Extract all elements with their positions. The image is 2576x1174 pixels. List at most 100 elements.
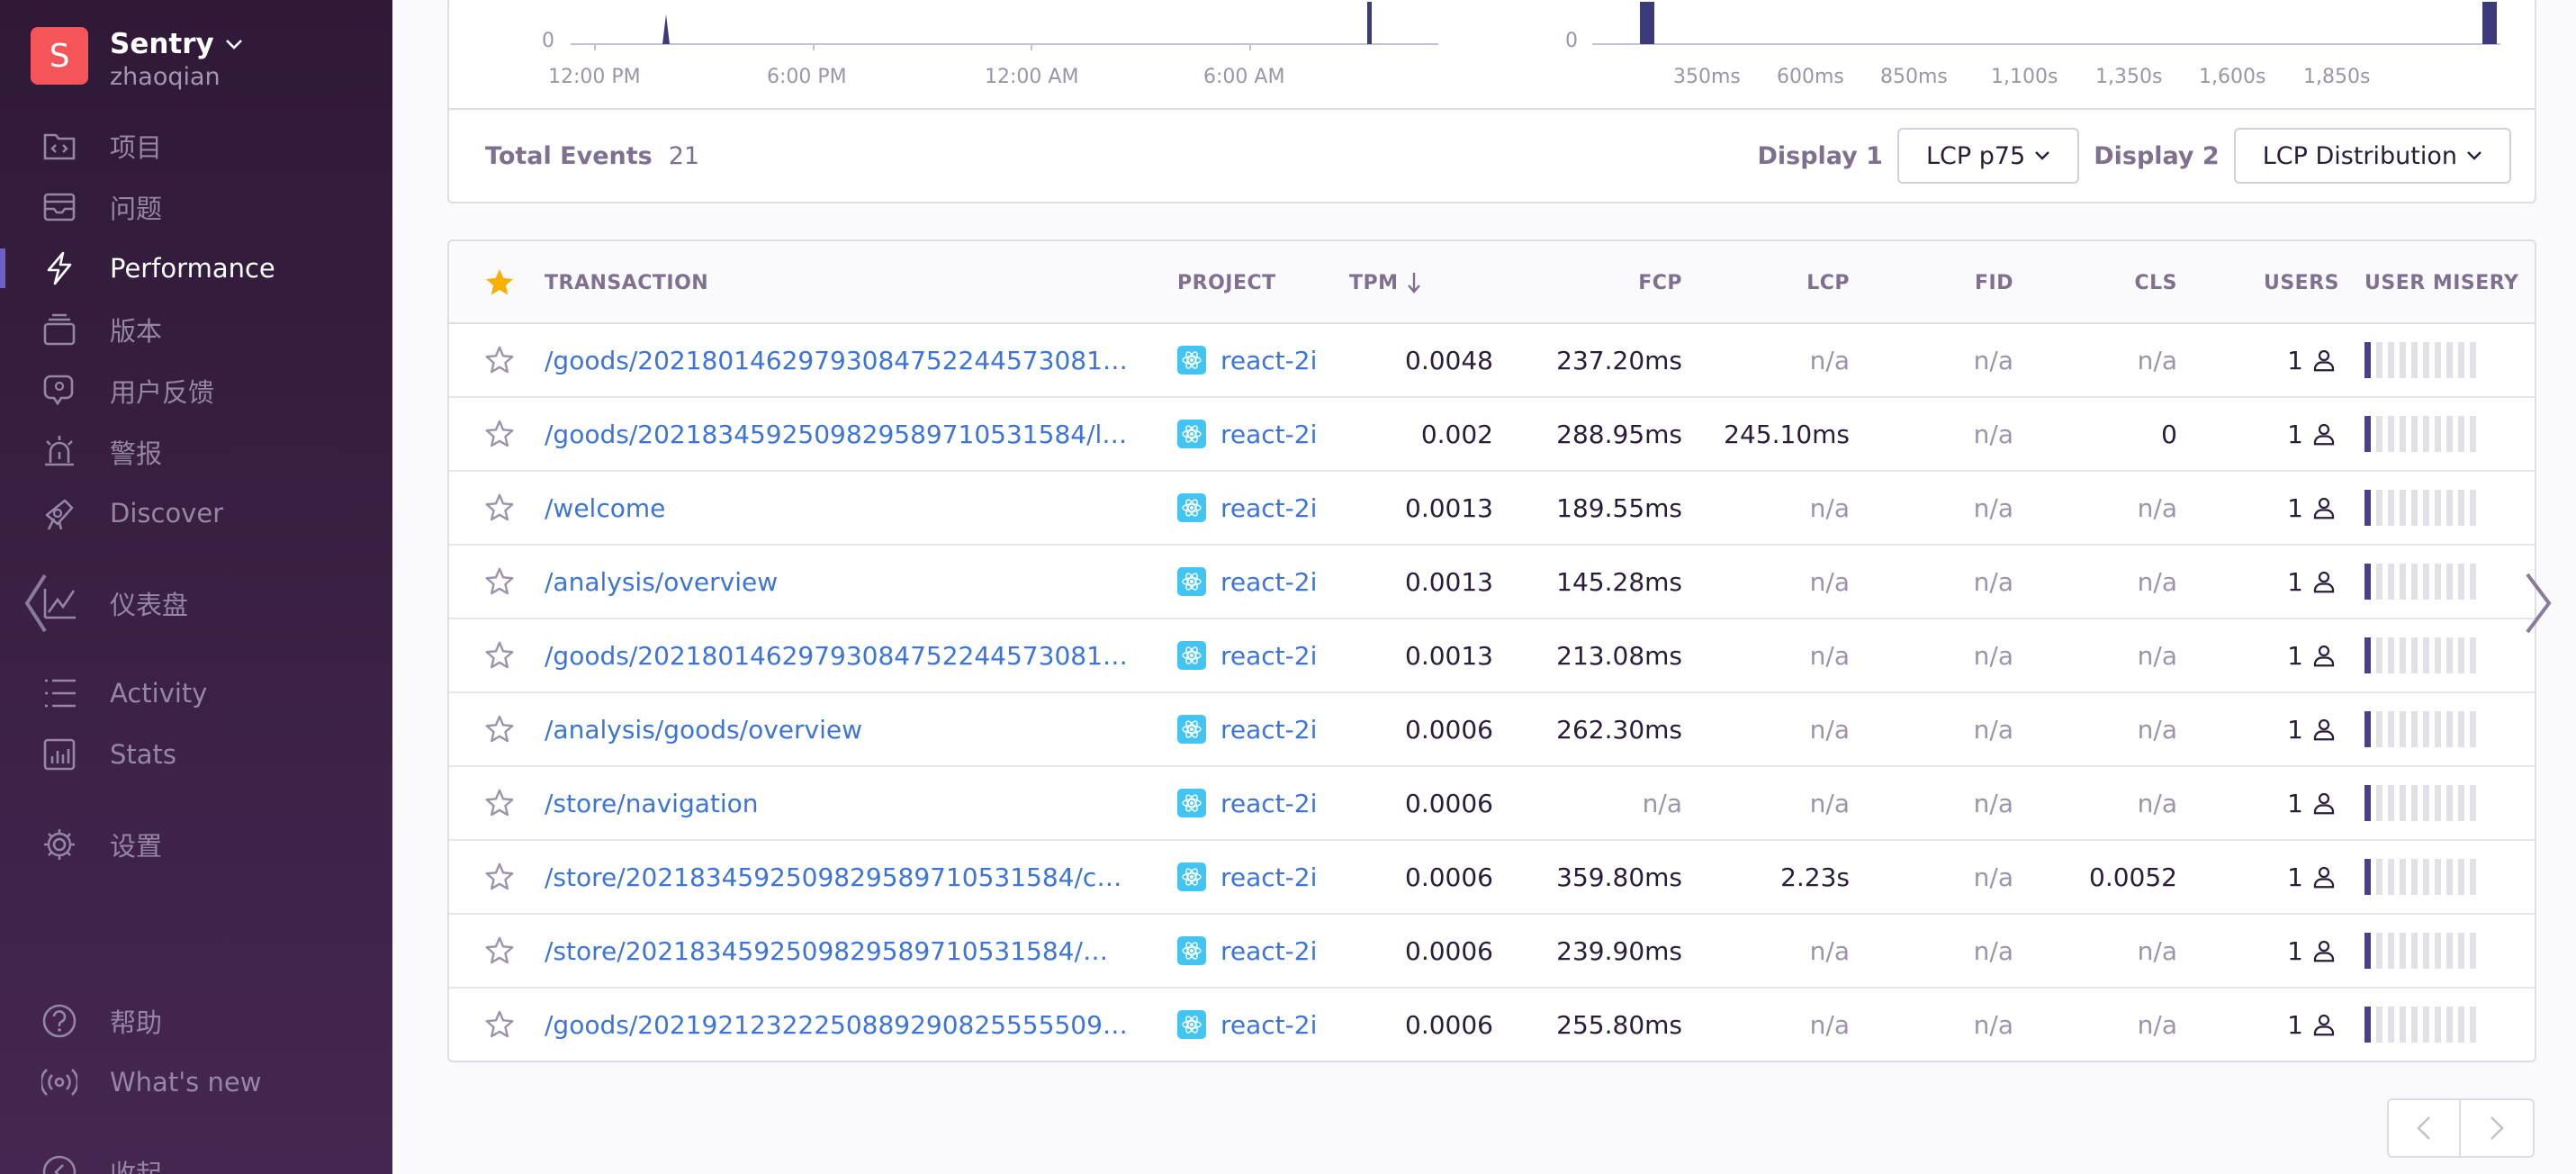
sidebar-item-alerts[interactable]: 警报 xyxy=(0,425,392,479)
col-fid[interactable]: FID xyxy=(1889,241,2013,324)
fid-value: n/a xyxy=(1973,714,2013,745)
cls-value: n/a xyxy=(2137,492,2177,523)
star-toggle[interactable] xyxy=(483,546,516,618)
display2-dropdown[interactable]: LCP Distribution xyxy=(2233,128,2511,184)
sidebar-item-dashboards[interactable]: 仪表盘 xyxy=(0,576,392,630)
fid-value: n/a xyxy=(1973,492,2013,523)
user-misery-bar xyxy=(2364,619,2481,691)
chevron-left-icon[interactable] xyxy=(22,572,49,638)
users-value: 1 xyxy=(2287,345,2303,375)
transaction-link[interactable]: /analysis/goods/overview xyxy=(545,715,862,745)
col-users[interactable]: USERS xyxy=(2213,241,2339,324)
transaction-link[interactable]: /welcome xyxy=(545,493,665,523)
star-icon xyxy=(485,936,514,964)
sidebar-item-collapse[interactable]: 收起 xyxy=(0,1145,392,1174)
star-toggle[interactable] xyxy=(483,324,516,396)
col-project[interactable]: PROJECT xyxy=(1177,241,1276,324)
table-row: /goods/20218014629793084752244573​0816/.… xyxy=(449,619,2535,693)
star-header-icon[interactable] xyxy=(483,241,516,324)
sidebar-item-feedback[interactable]: 用户反馈 xyxy=(0,364,392,418)
col-lcp[interactable]: LCP xyxy=(1727,241,1850,324)
transaction-link[interactable]: /store/20218345925098295897105315​84/com… xyxy=(545,862,1130,892)
arrow-down-icon xyxy=(1407,273,1420,294)
col-cls[interactable]: CLS xyxy=(2051,241,2177,324)
chevron-down-icon xyxy=(225,40,242,50)
project-badge[interactable]: react-2i xyxy=(1177,619,1317,691)
user-icon xyxy=(2310,693,2337,765)
help-icon xyxy=(40,1001,79,1041)
next-page-button[interactable] xyxy=(2461,1098,2535,1158)
transaction-link[interactable]: /store/20218345925098295897105315​84/mar… xyxy=(545,936,1130,966)
sidebar-item-whats-new[interactable]: What's new xyxy=(0,1055,392,1109)
project-badge[interactable]: react-2i xyxy=(1177,767,1317,839)
col-fcp[interactable]: FCP xyxy=(1479,241,1682,324)
transaction-link[interactable]: /goods/20218014629793084752244573​0816/l… xyxy=(545,346,1130,375)
org-switcher[interactable]: S Sentry zhaoqian xyxy=(31,27,243,91)
display1-dropdown[interactable]: LCP p75 xyxy=(1896,128,2080,184)
issues-icon xyxy=(40,187,79,227)
react-icon xyxy=(1177,567,1206,596)
project-badge[interactable]: react-2i xyxy=(1177,546,1317,618)
project-badge[interactable]: react-2i xyxy=(1177,989,1317,1061)
project-name: react-2i xyxy=(1220,788,1318,818)
star-toggle[interactable] xyxy=(483,398,516,470)
sidebar-item-releases[interactable]: 版本 xyxy=(0,303,392,357)
sidebar-item-projects[interactable]: 项目 xyxy=(0,119,392,173)
feedback-icon xyxy=(40,371,79,411)
project-badge[interactable]: react-2i xyxy=(1177,841,1317,913)
lcp-value: n/a xyxy=(1809,788,1850,818)
star-toggle[interactable] xyxy=(483,619,516,691)
col-transaction[interactable]: TRANSACTION xyxy=(545,241,708,324)
sidebar-item-stats[interactable]: Stats xyxy=(0,727,392,781)
fid-value: n/a xyxy=(1973,640,2013,671)
star-toggle[interactable] xyxy=(483,693,516,765)
transaction-link[interactable]: /goods/20218345925098295897105315​84/lis… xyxy=(545,420,1130,449)
transaction-link[interactable]: /goods/20218014629793084752244573​0816/.… xyxy=(545,641,1130,671)
project-badge[interactable]: react-2i xyxy=(1177,472,1317,544)
star-toggle[interactable] xyxy=(483,472,516,544)
table-row: /analysis/goods/overview react-2i 0.0006 26… xyxy=(449,693,2535,767)
sidebar-item-discover[interactable]: Discover xyxy=(0,486,392,540)
fid-value: n/a xyxy=(1973,788,2013,818)
react-icon xyxy=(1177,641,1206,670)
sidebar-item-help[interactable]: 帮助 xyxy=(0,994,392,1048)
sidebar-item-activity[interactable]: Activity xyxy=(0,666,392,720)
right-x-tick: 1,100s xyxy=(1991,66,2058,88)
star-toggle[interactable] xyxy=(483,915,516,987)
transaction-link[interactable]: /goods/20219212322250889290825555​50976.… xyxy=(545,1010,1130,1040)
react-icon xyxy=(1177,789,1206,817)
fid-value: n/a xyxy=(1973,862,2013,892)
chevron-right-icon[interactable] xyxy=(2522,571,2554,639)
chevron-left-icon xyxy=(2417,1116,2430,1140)
sidebar-item-settings[interactable]: 设置 xyxy=(0,817,392,871)
fid-value: n/a xyxy=(1973,935,2013,966)
summary-bar: Total Events 21 Display 1 LCP p75 Displa… xyxy=(449,108,2535,202)
left-x-tick: 6:00 PM xyxy=(767,66,847,88)
project-name: react-2i xyxy=(1220,419,1318,449)
project-badge[interactable]: react-2i xyxy=(1177,324,1317,396)
right-chart-bar xyxy=(1640,2,1654,44)
project-name: react-2i xyxy=(1220,935,1318,966)
project-badge[interactable]: react-2i xyxy=(1177,915,1317,987)
star-toggle[interactable] xyxy=(483,767,516,839)
star-icon xyxy=(485,641,514,669)
project-badge[interactable]: react-2i xyxy=(1177,693,1317,765)
transaction-link[interactable]: /store/navigation xyxy=(545,789,759,818)
right-y-tick: 0 xyxy=(1565,30,1578,52)
project-badge[interactable]: react-2i xyxy=(1177,398,1317,470)
sidebar-item-performance[interactable]: Performance xyxy=(0,241,392,295)
list-icon xyxy=(40,673,79,713)
react-icon xyxy=(1177,420,1206,448)
user-misery-bar xyxy=(2364,767,2481,839)
star-toggle[interactable] xyxy=(483,989,516,1061)
lcp-value: n/a xyxy=(1809,640,1850,671)
org-name: Sentry xyxy=(110,28,214,60)
left-y-tick: 0 xyxy=(542,30,554,52)
col-user-misery[interactable]: USER MISERY xyxy=(2364,241,2518,324)
prev-page-button[interactable] xyxy=(2387,1098,2461,1158)
user-icon xyxy=(2310,915,2337,987)
star-toggle[interactable] xyxy=(483,841,516,913)
col-tpm[interactable]: TPM xyxy=(1349,241,1422,324)
transaction-link[interactable]: /analysis/overview xyxy=(545,567,778,597)
sidebar-item-issues[interactable]: 问题 xyxy=(0,180,392,234)
